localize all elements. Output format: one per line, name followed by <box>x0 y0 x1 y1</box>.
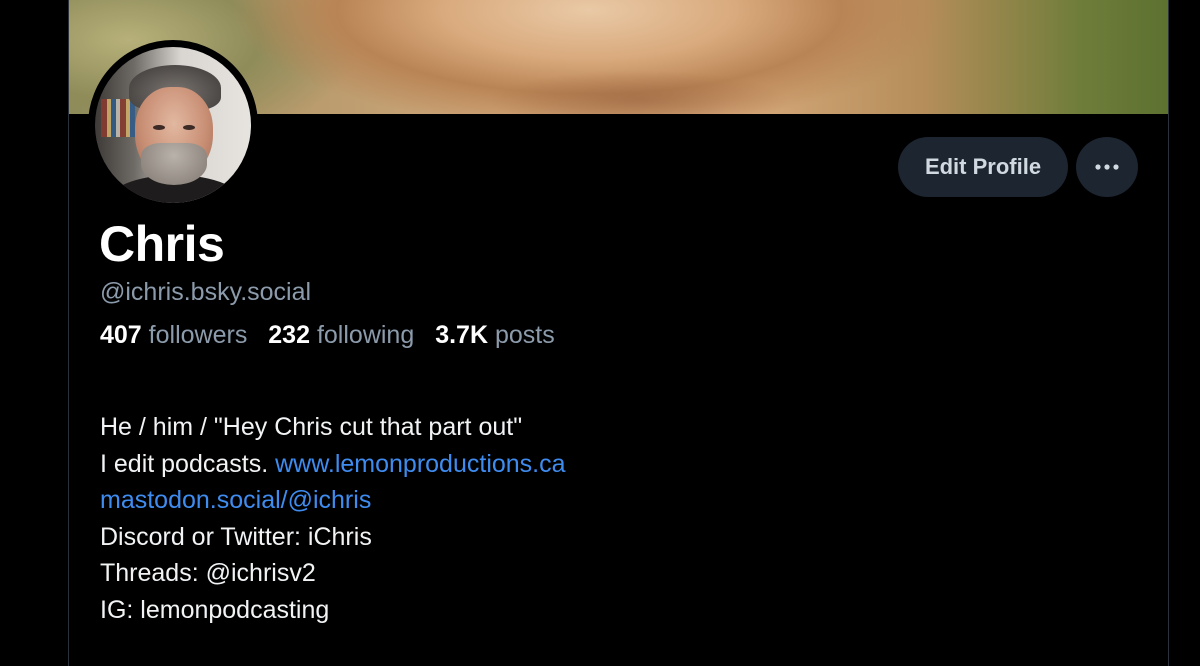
profile-page: Edit Profile Chris @ichris.bsky.social 4… <box>0 0 1200 666</box>
ellipsis-icon <box>1095 164 1119 170</box>
profile-handle: @ichris.bsky.social <box>100 278 312 306</box>
website-link[interactable]: www.lemonproductions.ca <box>275 450 565 478</box>
bio-line: He / him / "Hey Chris cut that part out" <box>100 413 523 441</box>
avatar-background-shelf <box>101 99 135 137</box>
avatar-eye-left <box>153 125 165 130</box>
bio-line: Discord or Twitter: iChris <box>100 522 372 551</box>
followers-label: followers <box>148 321 248 349</box>
avatar-photo <box>95 47 251 203</box>
profile-bio: He / him / "Hey Chris cut that part out"… <box>100 409 566 628</box>
banner-shade <box>489 70 789 114</box>
bio-line: IG: lemonpodcasting <box>100 595 330 624</box>
bio-line: Threads: @ichrisv2 <box>100 559 316 587</box>
posts-stat: 3.7K posts <box>435 321 555 349</box>
avatar-beard <box>141 143 207 185</box>
more-options-button[interactable] <box>1076 137 1138 197</box>
posts-label: posts <box>494 321 555 349</box>
display-name: Chris <box>99 216 225 272</box>
bio-line: I edit podcasts. www.lemonproductions.ca <box>100 446 566 483</box>
mastodon-link[interactable]: mastodon.social/@ichris <box>100 486 371 514</box>
edit-profile-button[interactable]: Edit Profile <box>898 137 1068 197</box>
bio-text: I edit podcasts. <box>100 449 269 478</box>
following-count: 232 <box>268 321 310 349</box>
avatar[interactable] <box>88 40 258 210</box>
posts-count: 3.7K <box>435 321 488 349</box>
edit-profile-label: Edit Profile <box>924 154 1042 179</box>
bio-line: mastodon.social/@ichris <box>100 482 566 519</box>
following-stat[interactable]: 232 following <box>268 321 414 349</box>
following-label: following <box>316 321 415 349</box>
followers-stat[interactable]: 407 followers <box>100 321 247 349</box>
profile-stats: 407 followers 232 following 3.7K posts <box>100 318 569 352</box>
avatar-eye-right <box>183 125 195 130</box>
followers-count: 407 <box>100 321 142 349</box>
